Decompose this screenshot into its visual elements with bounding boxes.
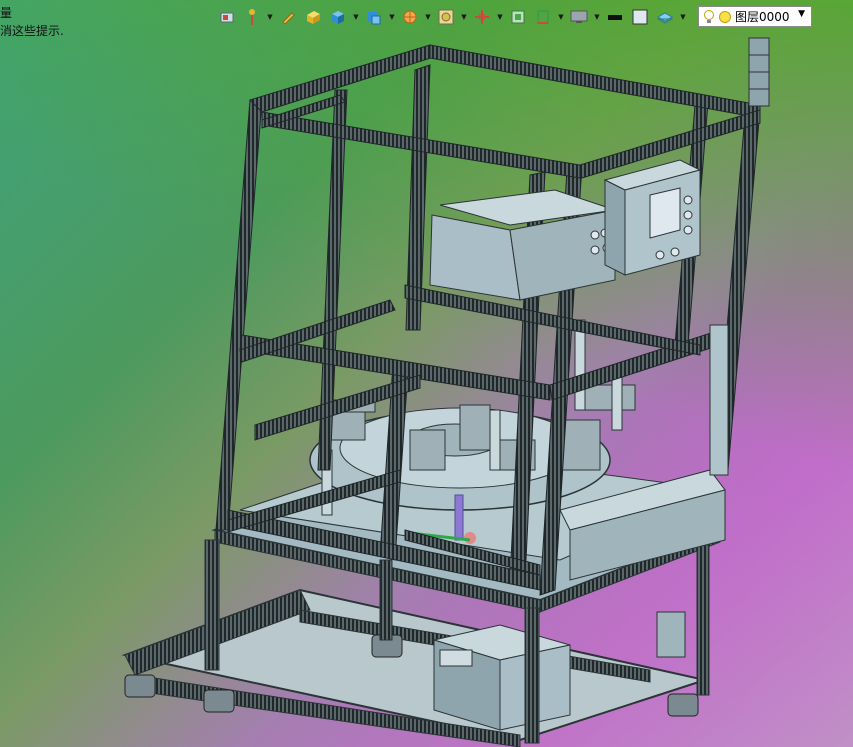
model-viewport[interactable] (0, 0, 853, 747)
linear-guide (709, 324, 729, 476)
control-boxes (429, 159, 702, 301)
signal-tower (748, 37, 770, 107)
